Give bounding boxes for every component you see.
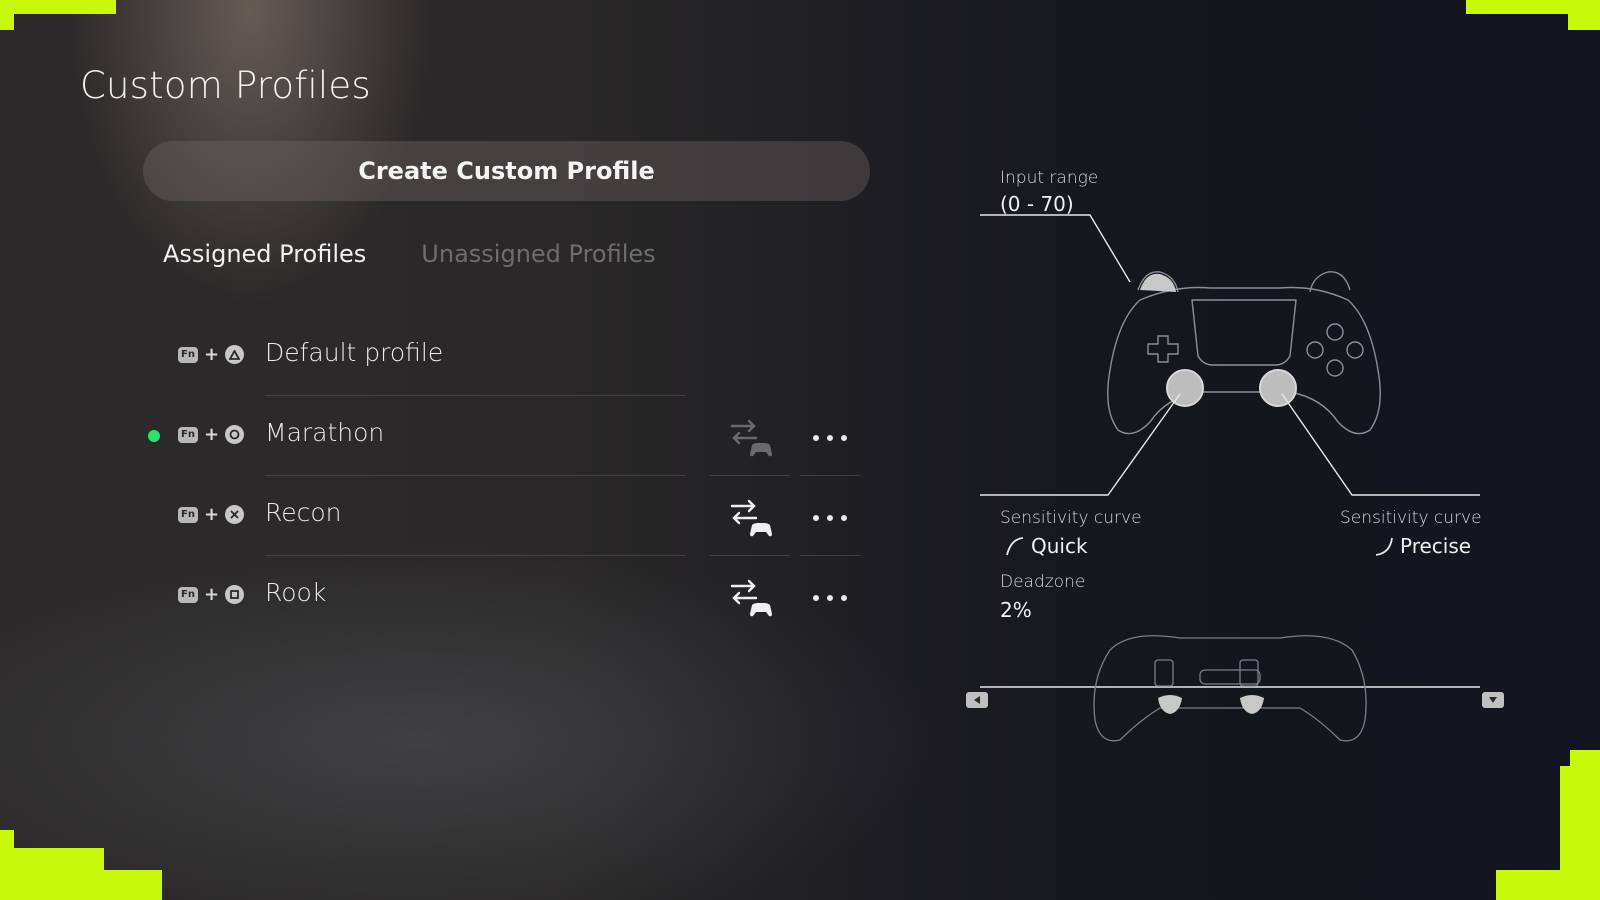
- plus-sign: +: [204, 424, 220, 445]
- profile-row-default[interactable]: Fn + Default profile: [140, 316, 860, 396]
- touchpad-outline: [1191, 299, 1297, 366]
- swap-controller-icon: [730, 499, 772, 537]
- corner-accent: [0, 0, 14, 30]
- create-custom-profile-button[interactable]: Create Custom Profile: [143, 141, 870, 201]
- fn-key-icon: Fn: [178, 346, 198, 363]
- controller-diagram: [980, 214, 1480, 742]
- shortcut-combo: Fn +: [178, 584, 245, 605]
- right-trigger-outline: [1309, 271, 1351, 293]
- left-rear-paddle: [1158, 695, 1182, 714]
- face-button-outline: [1346, 341, 1364, 359]
- input-range-value: (0 - 70): [1000, 192, 1074, 216]
- right-curve-value: Precise: [1374, 534, 1471, 558]
- active-indicator: [148, 430, 160, 442]
- plus-sign: +: [204, 584, 220, 605]
- swap-controller-button[interactable]: [710, 562, 790, 634]
- square-icon: [225, 585, 245, 604]
- more-options-icon: [813, 515, 847, 521]
- left-stick: [1166, 369, 1204, 407]
- cross-icon: [225, 505, 245, 524]
- circle-icon: [225, 425, 245, 444]
- swap-controller-icon: [730, 419, 772, 457]
- arrow-left-icon: [974, 696, 980, 704]
- right-stick-callout: [1281, 393, 1480, 496]
- right-stick: [1259, 369, 1297, 407]
- corner-accent: [1570, 750, 1600, 900]
- profile-row-marathon[interactable]: Fn + Marathon: [140, 396, 860, 476]
- left-curve-value: Quick: [1005, 534, 1088, 558]
- tab-unassigned-profiles[interactable]: Unassigned Profiles: [421, 240, 655, 268]
- tab-assigned-profiles[interactable]: Assigned Profiles: [163, 240, 366, 268]
- deadzone-label: Deadzone: [1000, 572, 1086, 592]
- right-curve-text: Precise: [1400, 534, 1472, 558]
- corner-accent: [0, 848, 104, 900]
- profile-name: Recon: [265, 498, 342, 527]
- rear-port-outline: [1199, 669, 1261, 685]
- plus-sign: +: [204, 344, 220, 365]
- fn-key-icon: Fn: [178, 586, 198, 603]
- input-range-label: Input range: [1000, 168, 1099, 188]
- left-curve-text: Quick: [1031, 534, 1088, 558]
- corner-accent: [1568, 0, 1600, 30]
- shortcut-combo: Fn +: [178, 344, 245, 365]
- dpad-outline: [1147, 335, 1179, 363]
- fn-key-icon: Fn: [178, 426, 198, 443]
- shortcut-combo: Fn +: [178, 424, 245, 445]
- face-button-outline: [1326, 359, 1344, 377]
- rear-button-outline: [1154, 659, 1174, 687]
- quick-curve-icon: [1006, 537, 1024, 556]
- shortcut-combo: Fn +: [178, 504, 245, 525]
- triangle-icon: [225, 345, 245, 364]
- nav-down-button[interactable]: [1482, 692, 1504, 708]
- plus-sign: +: [204, 504, 220, 525]
- deadzone-value: 2%: [1000, 598, 1032, 622]
- more-options-button[interactable]: [800, 562, 860, 634]
- left-curve-label: Sensitivity curve: [1000, 508, 1142, 528]
- controller-rear-outline: [1093, 635, 1367, 742]
- more-options-icon: [813, 435, 847, 441]
- right-curve-label: Sensitivity curve: [1340, 508, 1482, 528]
- more-options-icon: [813, 595, 847, 601]
- swap-controller-button[interactable]: [710, 402, 790, 474]
- corner-accent: [0, 0, 116, 14]
- corner-accent: [0, 830, 14, 900]
- nav-left-button[interactable]: [966, 692, 988, 708]
- profile-row-recon[interactable]: Fn + Recon: [140, 476, 860, 556]
- profile-row-rook[interactable]: Fn + Rook: [140, 556, 860, 636]
- profile-name: Default profile: [265, 338, 444, 367]
- input-range-callout: [980, 214, 1131, 283]
- page-title: Custom Profiles: [80, 64, 371, 107]
- rear-button-outline: [1239, 659, 1259, 687]
- left-stick-callout: [980, 393, 1181, 496]
- face-button-outline: [1306, 341, 1324, 359]
- more-options-button[interactable]: [800, 402, 860, 474]
- profile-name: Marathon: [265, 418, 385, 447]
- more-options-button[interactable]: [800, 482, 860, 554]
- profile-tabs: Assigned Profiles Unassigned Profiles: [163, 240, 656, 268]
- swap-controller-button[interactable]: [710, 482, 790, 554]
- face-button-outline: [1326, 323, 1344, 341]
- arrow-down-icon: [1489, 697, 1497, 703]
- swap-controller-icon: [730, 579, 772, 617]
- profile-name: Rook: [265, 578, 327, 607]
- right-rear-paddle: [1240, 695, 1264, 714]
- precise-curve-icon: [1375, 537, 1393, 556]
- fn-key-icon: Fn: [178, 506, 198, 523]
